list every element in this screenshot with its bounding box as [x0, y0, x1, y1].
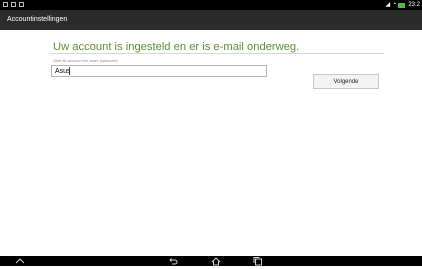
action-bar-title: Accountinstellingen — [7, 16, 68, 23]
home-icon[interactable] — [210, 256, 222, 266]
recent-apps-icon[interactable] — [252, 256, 264, 266]
navigation-bar — [0, 256, 422, 266]
wifi-icon: ◔ — [392, 1, 397, 8]
status-time: 23:2 — [408, 2, 420, 8]
account-name-input[interactable] — [51, 65, 267, 77]
account-name-label: Geef dit account een naam (optioneel) — [53, 59, 118, 63]
back-icon[interactable] — [167, 256, 179, 266]
battery-icon — [398, 2, 406, 8]
notification-icon — [3, 2, 8, 7]
title-divider — [50, 53, 384, 54]
next-button[interactable]: Volgende — [313, 74, 379, 89]
signal-icon: ◢ — [385, 2, 391, 8]
screenshot-icon — [11, 2, 16, 7]
up-icon[interactable] — [14, 256, 26, 266]
notification-icon — [19, 2, 24, 7]
status-indicators: ◢ ◔ 23:2 — [385, 0, 420, 10]
action-bar: Accountinstellingen — [0, 10, 422, 30]
text-cursor — [69, 67, 70, 75]
status-bar: ◢ ◔ 23:2 — [0, 0, 422, 10]
page-title: Uw account is ingesteld en er is e-mail … — [53, 41, 300, 53]
status-notifications — [3, 2, 24, 7]
